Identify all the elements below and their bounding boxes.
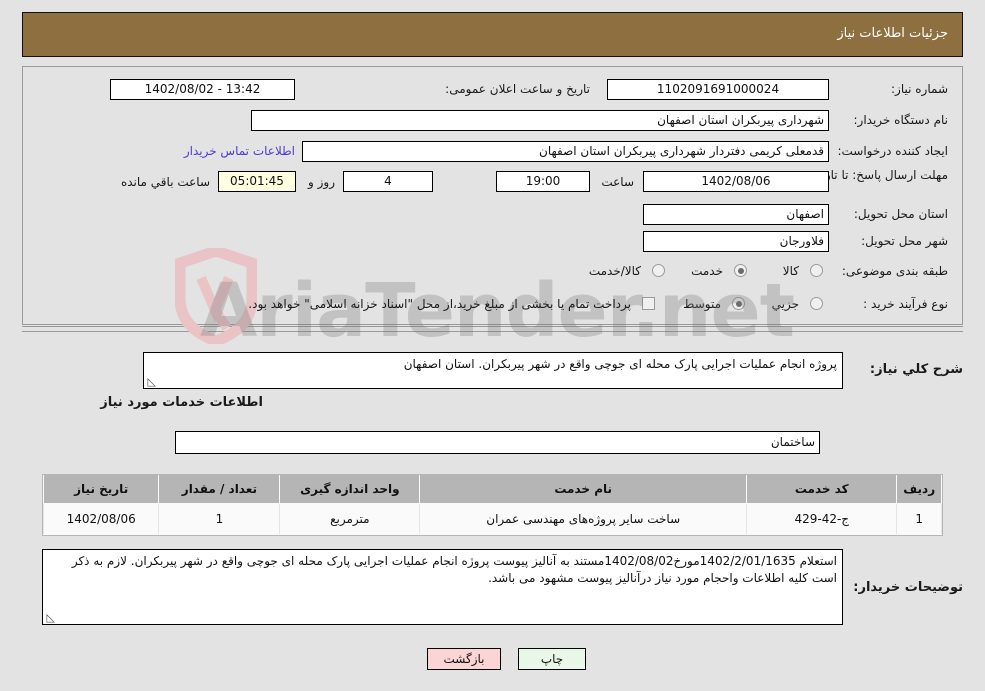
print-button[interactable]: چاپ <box>518 648 586 670</box>
resize-grip-icon-2[interactable]: ◺ <box>45 612 55 623</box>
category-radio-kala-khedmat[interactable] <box>652 264 665 277</box>
service-group-field[interactable]: ساختمان <box>175 431 820 454</box>
table-header-row: ردیف کد خدمت نام خدمت واحد اندازه گیری ت… <box>42 475 942 504</box>
countdown-timer-field: 05:01:45 <box>218 171 296 192</box>
col-need-date: تاریخ نیاز <box>42 475 160 504</box>
services-section-heading: اطلاعات خدمات مورد نیاز <box>100 395 263 410</box>
cell-service-code: ج-42-429 <box>746 503 898 534</box>
col-service-code: کد خدمت <box>746 475 898 504</box>
summary-label: شرح کلي نیاز: <box>869 362 963 377</box>
city-field[interactable]: فلاورجان <box>643 231 829 252</box>
city-label: شهر محل تحویل: <box>861 234 948 248</box>
buyer-notes-label: توضیحات خریدار: <box>853 580 963 595</box>
islamic-treasury-checkbox[interactable] <box>642 297 655 310</box>
page-title: جزئیات اطلاعات نیاز <box>837 26 948 41</box>
need-info-panel <box>22 66 963 325</box>
services-table: ردیف کد خدمت نام خدمت واحد اندازه گیری ت… <box>42 474 943 536</box>
page-title-bar: جزئیات اطلاعات نیاز <box>22 12 963 57</box>
days-unit-label: روز و <box>308 175 335 189</box>
process-label: نوع فرآیند خرید : <box>863 297 948 311</box>
table-row: 1 ج-42-429 ساخت سایر پروژه‌های مهندسی عم… <box>42 503 942 534</box>
buyer-notes-text: استعلام 1402/2/01/1635مورخ1402/08/02مستن… <box>71 554 837 585</box>
divider-1 <box>22 326 963 327</box>
cell-service-name: ساخت سایر پروژه‌های مهندسی عمران <box>419 503 748 534</box>
process-option-jozei-label: جزیي <box>771 297 799 311</box>
summary-text: پروژه انجام عملیات اجرایی پارک محله ای ج… <box>403 357 837 371</box>
category-radio-khedmat[interactable] <box>734 264 747 277</box>
need-number-field[interactable]: 1102091691000024 <box>607 79 829 100</box>
summary-textarea[interactable]: پروژه انجام عملیات اجرایی پارک محله ای ج… <box>143 352 843 389</box>
buyer-org-label: نام دستگاه خریدار: <box>853 113 949 127</box>
cell-unit: مترمربع <box>279 503 421 534</box>
requester-label: ایجاد کننده درخواست: <box>837 144 948 158</box>
countdown-label: ساعت باقي مانده <box>120 175 210 189</box>
category-option-kala-khedmat-label: کالا/خدمت <box>588 264 641 278</box>
cell-need-date: 1402/08/06 <box>42 503 160 534</box>
col-unit: واحد اندازه گیری <box>279 475 421 504</box>
deadline-label: مهلت ارسال پاسخ: تا تاریخ: <box>809 168 948 182</box>
need-number-label: شماره نیاز: <box>891 82 948 96</box>
buyer-org-field[interactable]: شهرداری پیربکران استان اصفهان <box>251 110 829 131</box>
category-option-khedmat-label: خدمت <box>691 264 723 278</box>
cell-row: 1 <box>896 503 942 534</box>
process-radio-motavaset[interactable] <box>732 297 745 310</box>
category-radio-kala[interactable] <box>810 264 823 277</box>
col-row: ردیف <box>896 475 942 504</box>
requester-field[interactable]: قدمعلی کریمی دفتردار شهرداری پیربکران اس… <box>302 141 829 162</box>
buyer-notes-textarea[interactable]: استعلام 1402/2/01/1635مورخ1402/08/02مستن… <box>42 549 843 625</box>
deadline-hour-label: ساعت <box>601 175 634 189</box>
col-quantity: تعداد / مقدار <box>158 475 281 504</box>
province-field[interactable]: اصفهان <box>643 204 829 225</box>
cell-quantity: 1 <box>158 503 281 534</box>
process-radio-jozei[interactable] <box>810 297 823 310</box>
islamic-treasury-text: پرداخت تمام یا بخشی از مبلغ خرید،از محل … <box>248 297 631 311</box>
process-option-motavaset-label: متوسط <box>683 297 721 311</box>
deadline-date-field[interactable]: 1402/08/06 <box>643 171 829 192</box>
resize-grip-icon[interactable]: ◺ <box>146 376 156 387</box>
category-label: طبقه بندی موضوعی: <box>841 264 948 278</box>
province-label: استان محل تحویل: <box>853 207 948 221</box>
public-announce-label: تاریخ و ساعت اعلان عمومی: <box>445 82 590 96</box>
need-details-page: AriaTender.net جزئیات اطلاعات نیاز شماره… <box>0 0 985 691</box>
divider-2 <box>22 331 963 332</box>
col-service-name: نام خدمت <box>419 475 748 504</box>
remaining-days-field[interactable]: 4 <box>343 171 433 192</box>
public-announce-field[interactable]: 1402/08/02 - 13:42 <box>110 79 295 100</box>
category-option-kala-label: کالا <box>782 264 799 278</box>
buyer-contact-link[interactable]: اطلاعات تماس خریدار <box>184 144 295 158</box>
deadline-time-field[interactable]: 19:00 <box>496 171 590 192</box>
back-button[interactable]: بازگشت <box>427 648 501 670</box>
